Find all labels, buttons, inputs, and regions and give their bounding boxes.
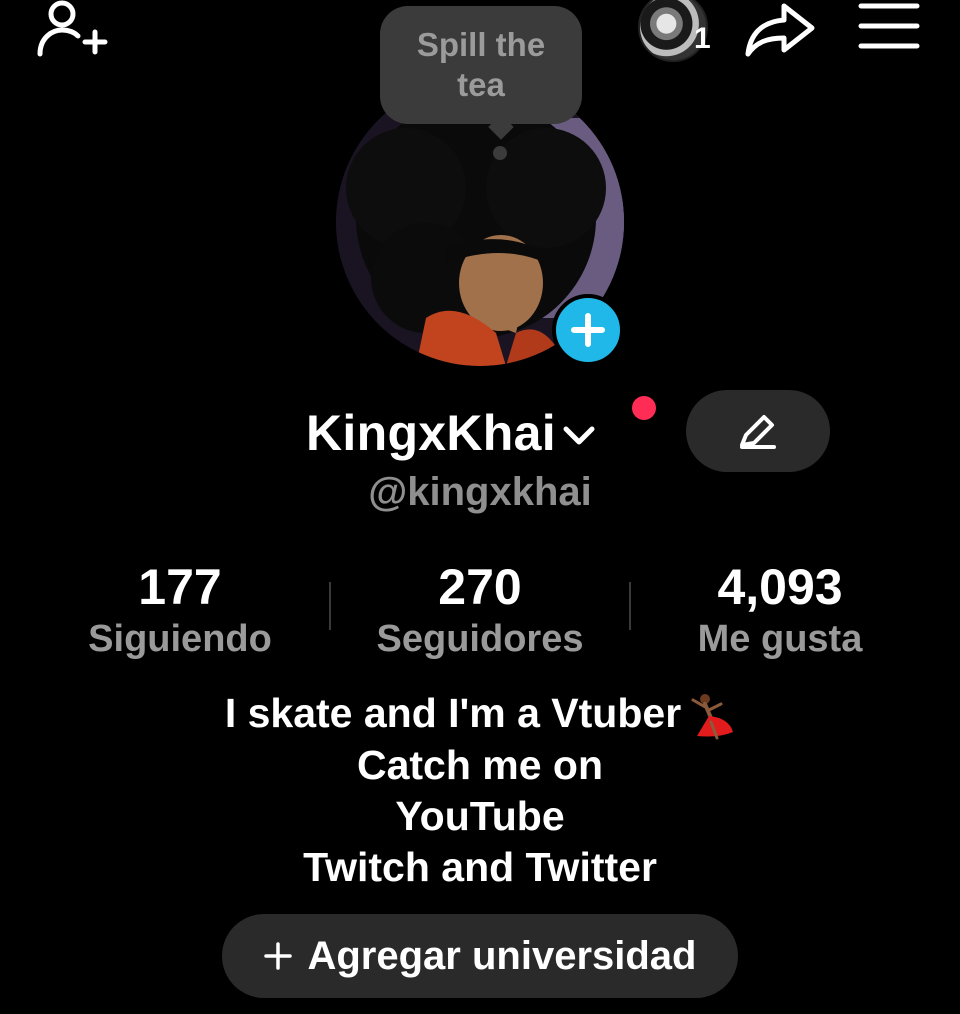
user-plus-icon: [37, 0, 108, 57]
stat-value: 177: [138, 559, 222, 615]
story-count: 1: [694, 22, 711, 55]
stat-value: 270: [438, 559, 522, 615]
display-name-row[interactable]: KingxKhai: [306, 398, 596, 468]
add-university-label: Agregar universidad: [307, 933, 697, 978]
share-button[interactable]: [742, 0, 817, 60]
edit-profile-button[interactable]: [686, 390, 830, 472]
tooltip-bubble[interactable]: Spill the tea: [380, 6, 582, 124]
stat-followers[interactable]: 270 Seguidores: [330, 560, 630, 664]
bio-line: I skate and I'm a Vtuber: [224, 690, 682, 736]
stat-following[interactable]: 177 Siguiendo: [30, 560, 330, 664]
tooltip-text-line2: tea: [457, 66, 505, 103]
stat-likes[interactable]: 4,093 Me gusta: [630, 560, 930, 664]
chevron-down-icon: [563, 426, 595, 445]
pencil-icon: [740, 415, 776, 449]
add-avatar-button[interactable]: [552, 294, 624, 366]
bio-line: Catch me on: [356, 742, 604, 789]
username-handle: @kingxkhai: [368, 470, 592, 514]
menu-button[interactable]: [855, 0, 923, 52]
bio-line: YouTube: [395, 793, 565, 840]
plus-icon: [264, 942, 293, 970]
profile-bio: I skate and I'm a Vtuber Catch me on You…: [0, 688, 960, 893]
stat-label: Seguidores: [376, 618, 584, 660]
add-friend-button[interactable]: [30, 0, 110, 60]
stat-value: 4,093: [717, 559, 843, 615]
plus-icon: [571, 313, 605, 347]
hamburger-menu-icon: [858, 3, 920, 49]
notification-dot: [632, 396, 656, 420]
dancer-emoji-icon: [691, 694, 734, 740]
stat-label: Me gusta: [697, 618, 863, 660]
tooltip-dot: [493, 146, 507, 160]
share-arrow-icon: [745, 3, 815, 57]
stat-label: Siguiendo: [88, 618, 272, 660]
tooltip-text-line1: Spill the: [416, 26, 546, 63]
bio-line: Twitch and Twitter: [303, 844, 657, 891]
add-university-button[interactable]: Agregar universidad: [222, 914, 738, 998]
display-name: KingxKhai: [306, 405, 556, 461]
